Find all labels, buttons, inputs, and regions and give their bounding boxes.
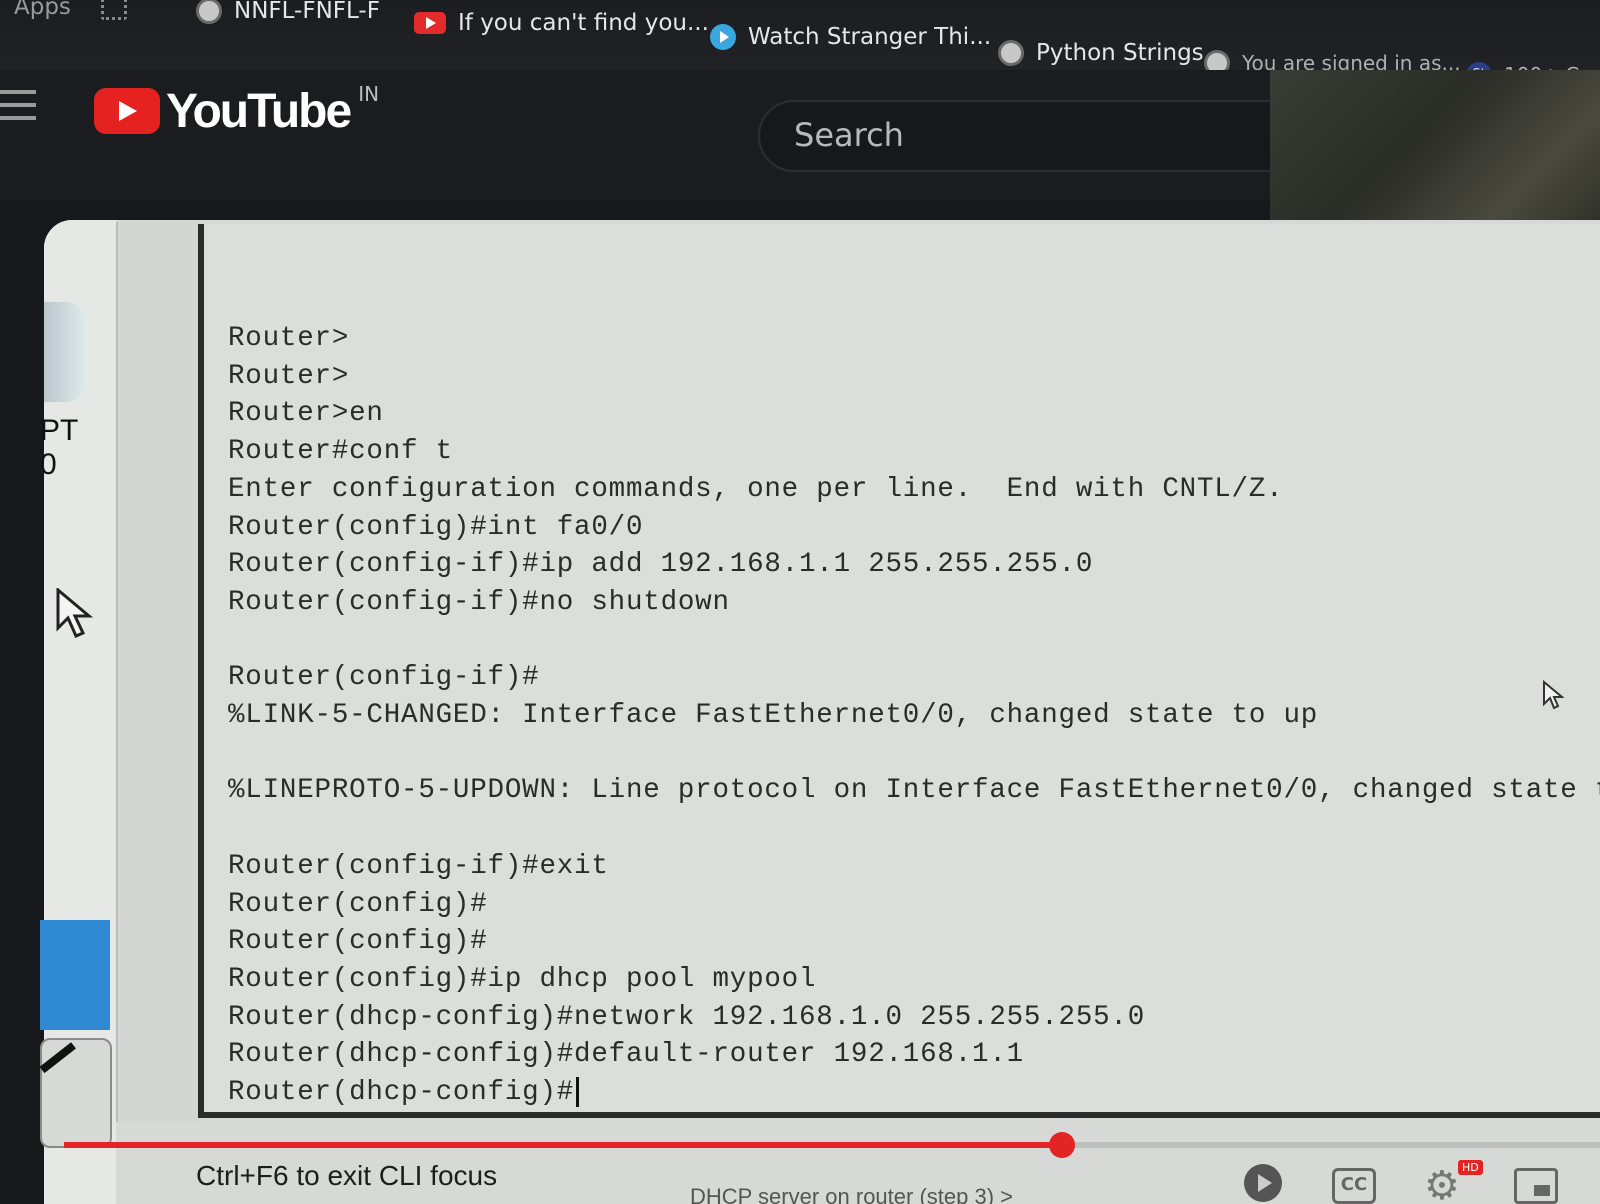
bookmarks-bar: Apps NNFL-FNFL-F If you can't find you..… [0, 0, 1600, 88]
terminal-line: Router(config)#ip dhcp pool mypool [228, 963, 817, 995]
terminal-line: Router> [228, 323, 350, 354]
router-icon[interactable] [44, 302, 88, 402]
apps-grid-icon [100, 0, 127, 20]
youtube-icon [414, 12, 446, 34]
miniplayer-icon[interactable] [1514, 1168, 1558, 1204]
terminal-line: Router(dhcp-config)#default-router 192.1… [228, 1039, 1024, 1071]
bookmark-label: Apps [14, 0, 71, 20]
bookmark-apps[interactable]: Apps [14, 0, 127, 20]
pencil-icon[interactable] [40, 1038, 112, 1148]
terminal-line: Router(config-if)#exit [228, 850, 609, 882]
bookmark-nnfl[interactable]: NNFL-FNFL-F [196, 0, 380, 24]
terminal-line: Router(config)#int fa0/0 [228, 511, 644, 543]
chapter-title[interactable]: DHCP server on router (step 3) > [690, 1184, 1013, 1204]
bookmark-youtube-video[interactable]: If you can't find you... [414, 10, 709, 36]
menu-icon[interactable] [0, 90, 36, 124]
cli-terminal[interactable]: Router> Router> Router>en Router#conf t … [198, 224, 1600, 1118]
terminal-line: Router#conf t [228, 436, 453, 468]
terminal-line: Router>en [228, 398, 384, 430]
bookmark-python-strings[interactable]: Python Strings [998, 40, 1204, 66]
device-label-line1: PT [40, 414, 79, 447]
terminal-line: Router(config)# [228, 926, 488, 958]
search-input[interactable]: Search [758, 100, 1278, 172]
country-code: IN [358, 82, 380, 106]
video-progress-bar[interactable] [64, 1132, 1600, 1158]
terminal-line: Router(dhcp-config)# [228, 1077, 575, 1109]
panel-divider [116, 222, 204, 1122]
play-icon [710, 24, 736, 50]
selected-tool-highlight[interactable] [40, 920, 110, 1030]
device-label: PT 0 [40, 414, 78, 482]
globe-icon [196, 0, 222, 24]
autoplay-toggle-icon[interactable] [1244, 1164, 1282, 1202]
logo-text: YouTube [166, 85, 352, 138]
terminal-output: Router> Router> Router>en Router#conf t … [228, 320, 1600, 1112]
terminal-line: Router(dhcp-config)#network 192.168.1.0 … [228, 1001, 1146, 1033]
terminal-line: Router(config-if)#no shutdown [228, 586, 730, 618]
bookmark-label: NNFL-FNFL-F [234, 0, 380, 24]
terminal-line: Router> [228, 360, 350, 392]
device-label-line2: 0 [40, 448, 57, 481]
hd-badge: HD [1458, 1160, 1483, 1175]
bookmark-label: If you can't find you... [458, 10, 709, 36]
youtube-play-logo-icon [94, 88, 160, 134]
cli-focus-hint: Ctrl+F6 to exit CLI focus [196, 1160, 498, 1191]
bookmark-label: Python Strings [1036, 40, 1204, 66]
terminal-line: Router(config)# [228, 888, 488, 920]
globe-icon [998, 40, 1024, 66]
captions-button[interactable]: CC [1332, 1168, 1376, 1204]
bookmark-label: Watch Stranger Thi... [748, 24, 992, 50]
terminal-line: Router(config-if)# [228, 662, 540, 694]
bookmark-stranger-things[interactable]: Watch Stranger Thi... [710, 24, 991, 50]
terminal-line: Router(config-if)#ip add 192.168.1.1 255… [228, 549, 1094, 581]
progress-fill [64, 1142, 1063, 1148]
terminal-line: %LINK-5-CHANGED: Interface FastEthernet0… [228, 700, 1319, 732]
search-placeholder: Search [794, 116, 904, 154]
youtube-logo[interactable]: YouTube IN [94, 82, 380, 140]
mouse-pointer-icon [1543, 680, 1564, 710]
text-cursor [576, 1076, 580, 1107]
select-cursor-icon[interactable] [56, 588, 96, 640]
terminal-line: Enter configuration commands, one per li… [228, 473, 1284, 505]
terminal-line: %LINEPROTO-5-UPDOWN: Line protocol on In… [228, 775, 1600, 807]
